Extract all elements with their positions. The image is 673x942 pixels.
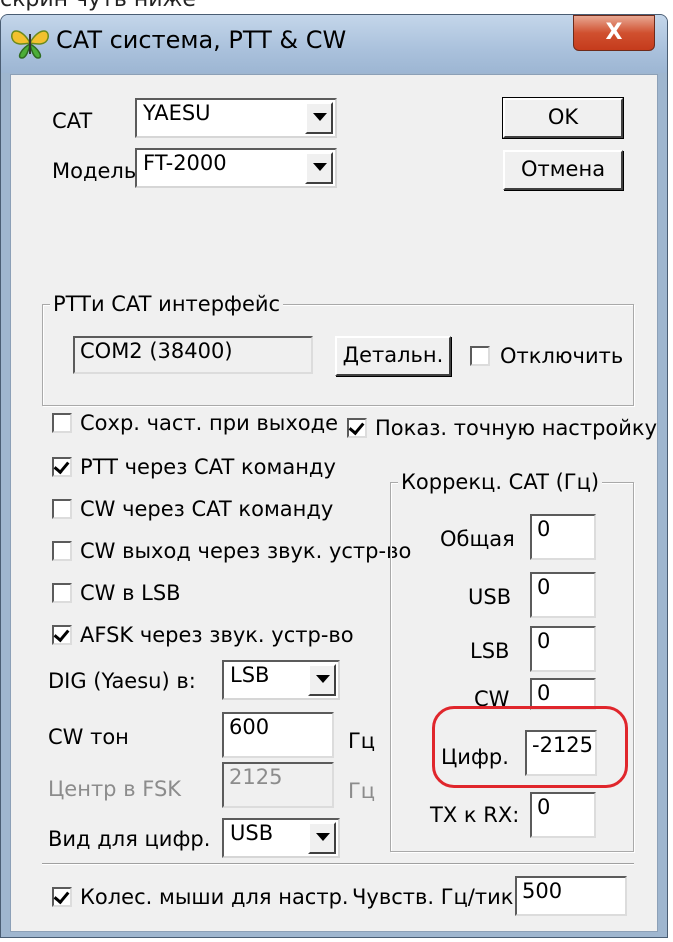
- disable-label: Отключить: [500, 344, 624, 368]
- mouse-wheel-checkbox[interactable]: [52, 887, 72, 907]
- fsk-center-field: 2125: [222, 762, 334, 808]
- cw-via-cat-checkbox[interactable]: [52, 499, 72, 519]
- fsk-center-unit: Гц: [348, 779, 376, 803]
- model-label: Модель: [52, 159, 137, 183]
- show-fine-tune-label: Показ. точную настройку: [375, 416, 658, 440]
- cw-tone-label: CW тон: [48, 725, 129, 749]
- show-fine-tune-checkbox[interactable]: [347, 418, 367, 438]
- corr-lsb-label: LSB: [470, 639, 510, 663]
- afsk-sound-checkbox[interactable]: [52, 625, 72, 645]
- sensitivity-field[interactable]: 500: [515, 876, 627, 916]
- corr-tx-rx-label: TX к RX:: [430, 803, 520, 827]
- save-freq-label: Сохр. част. при выходе: [80, 411, 339, 435]
- chevron-down-icon[interactable]: [308, 822, 336, 854]
- cat-select[interactable]: YAESU: [135, 98, 337, 138]
- cat-label: CAT: [52, 109, 93, 133]
- fsk-center-label: Центр в FSK: [48, 777, 182, 801]
- cw-tone-unit: Гц: [348, 729, 376, 753]
- cw-sound-output-checkbox[interactable]: [52, 541, 72, 561]
- cat-select-value: YAESU: [143, 101, 211, 125]
- digital-mode-value: USB: [230, 821, 274, 845]
- dig-mode-label: DIG (Yaesu) в:: [48, 669, 196, 693]
- ptt-via-cat-label: PTT через CAT команду: [80, 455, 336, 479]
- bottom-separator: [42, 863, 634, 865]
- interface-group-title: PTTи CAT интерфейс: [50, 291, 284, 317]
- butterfly-icon: [11, 30, 49, 59]
- corr-usb-label: USB: [468, 585, 512, 609]
- corr-general-field[interactable]: 0: [530, 514, 596, 560]
- red-highlight-ellipse: [432, 706, 628, 788]
- port-field[interactable]: COM2 (38400): [73, 336, 313, 374]
- ptt-via-cat-checkbox[interactable]: [52, 457, 72, 477]
- disable-checkbox[interactable]: [470, 346, 490, 366]
- model-select-value: FT-2000: [143, 151, 227, 175]
- digital-mode-label: Вид для цифр.: [48, 827, 211, 851]
- corr-lsb-field[interactable]: 0: [530, 626, 596, 672]
- correction-group-title: Коррекц. CAT (Гц): [398, 469, 603, 495]
- mouse-wheel-label: Колес. мыши для настр.: [80, 885, 349, 909]
- model-select[interactable]: FT-2000: [135, 148, 337, 188]
- sensitivity-label: Чувств. Гц/тик: [352, 885, 514, 909]
- cw-sound-output-label: CW выход через звук. устр-во: [80, 539, 412, 563]
- chevron-down-icon[interactable]: [305, 102, 333, 134]
- cropped-caption-text: скрин чуть ниже: [0, 0, 196, 12]
- cw-tone-field[interactable]: 600: [222, 712, 334, 758]
- corr-usb-field[interactable]: 0: [530, 572, 596, 618]
- corr-general-label: Общая: [440, 527, 515, 551]
- afsk-sound-label: AFSK через звук. устр-во: [80, 623, 354, 647]
- dig-mode-select[interactable]: LSB: [222, 660, 340, 700]
- corr-tx-rx-field[interactable]: 0: [530, 792, 596, 838]
- cw-lsb-label: CW в LSB: [80, 581, 181, 605]
- window-title: CAT система, PTT & CW: [56, 26, 347, 54]
- ok-button[interactable]: OK: [502, 97, 624, 139]
- cw-via-cat-label: CW через CAT команду: [80, 497, 334, 521]
- dig-mode-value: LSB: [230, 663, 270, 687]
- chevron-down-icon[interactable]: [308, 664, 336, 696]
- chevron-down-icon[interactable]: [305, 152, 333, 184]
- close-button[interactable]: X: [573, 15, 655, 51]
- cancel-button[interactable]: Отмена: [503, 150, 623, 190]
- details-button[interactable]: Детальн.: [335, 336, 451, 376]
- save-freq-checkbox[interactable]: [52, 413, 72, 433]
- digital-mode-select[interactable]: USB: [222, 818, 340, 858]
- cw-lsb-checkbox[interactable]: [52, 583, 72, 603]
- window-edge: [668, 14, 673, 942]
